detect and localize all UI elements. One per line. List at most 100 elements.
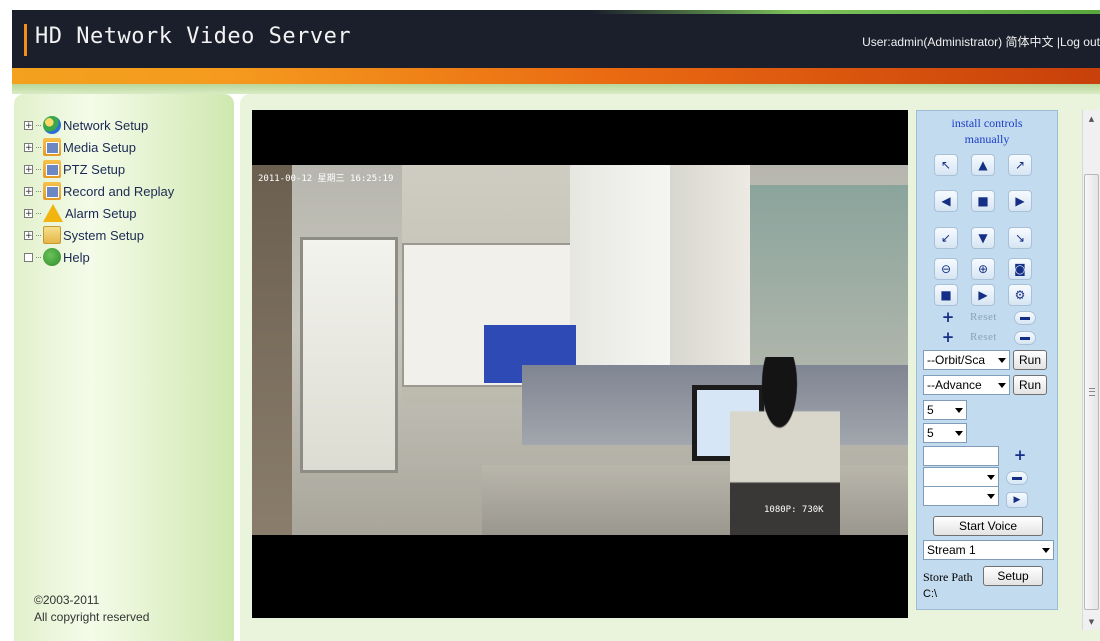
video-viewport[interactable]: 2011-00-12 星期三 16:25:19 1080P: 730K [252, 110, 908, 618]
sidebar-item-label: Record and Replay [63, 183, 175, 199]
expand-icon[interactable]: + [24, 142, 33, 152]
preset-select-2[interactable] [923, 486, 999, 506]
remove-preset-icon[interactable] [1006, 471, 1028, 485]
sidebar-item-media-setup[interactable]: + Media Setup [24, 136, 174, 158]
scroll-down-icon[interactable]: ▼ [1083, 613, 1100, 630]
plus-icon[interactable]: + [941, 308, 955, 326]
scroll-up-icon[interactable]: ▲ [1083, 110, 1100, 127]
pan-right-button[interactable]: ▶ [1008, 190, 1032, 212]
play-button[interactable]: ▶ [971, 284, 995, 306]
chevron-down-icon [987, 475, 995, 480]
header-accent-line [592, 10, 1100, 14]
orbit-scan-select[interactable]: --Orbit/Sca [923, 350, 1010, 370]
folder-icon [43, 138, 61, 156]
folder-icon [43, 182, 61, 200]
arrow-left-icon: ◀ [941, 194, 951, 208]
pan-up-button[interactable]: ▲ [971, 154, 995, 176]
start-voice-button[interactable]: Start Voice [933, 516, 1043, 536]
arrow-right-icon: ▶ [1015, 194, 1025, 208]
osd-resolution: 1080P: 730K [764, 505, 824, 515]
minus-icon[interactable] [1014, 311, 1036, 325]
nav-tree: + Network Setup + Media Setup + PTZ Setu… [24, 114, 174, 268]
chevron-down-icon [955, 408, 963, 413]
camera-icon: ◙ [1014, 262, 1026, 276]
system-icon [43, 226, 61, 244]
settings-button[interactable]: ⚙ [1008, 284, 1032, 306]
pan-down-right-button[interactable]: ↘ [1008, 227, 1032, 249]
speed-select-2[interactable]: 5 [923, 423, 967, 443]
expand-icon[interactable]: + [24, 230, 33, 240]
advance-select[interactable]: --Advance [923, 375, 1010, 395]
reset-label[interactable]: Reset [970, 331, 997, 343]
preset-input[interactable] [923, 446, 999, 466]
sidebar-item-system-setup[interactable]: + System Setup [24, 224, 174, 246]
user-bar: User:admin(Administrator) 简体中文 |Log out [862, 33, 1100, 50]
pan-down-button[interactable]: ▼ [971, 227, 995, 249]
sidebar-item-alarm-setup[interactable]: + Alarm Setup [24, 202, 174, 224]
copyright-years: ©2003-2011 [34, 593, 100, 607]
pan-up-left-button[interactable]: ↖ [934, 154, 958, 176]
chevron-down-icon [998, 358, 1006, 363]
add-preset-icon[interactable]: + [1013, 446, 1027, 464]
chevron-down-icon [955, 431, 963, 436]
minus-icon[interactable] [1014, 331, 1036, 345]
sidebar-item-label: Media Setup [63, 139, 136, 155]
chevron-down-icon [987, 494, 995, 499]
snapshot-button[interactable]: ◙ [1008, 258, 1032, 280]
speed-select-1[interactable]: 5 [923, 400, 967, 420]
zoom-in-icon: ⊕ [977, 262, 989, 276]
expand-icon [24, 252, 33, 262]
vertical-scrollbar[interactable]: ▲ ▼ [1082, 110, 1100, 630]
install-controls-link[interactable]: install controls manually [917, 115, 1057, 147]
pan-left-button[interactable]: ◀ [934, 190, 958, 212]
run-advance-button[interactable]: Run [1013, 375, 1047, 395]
plus-icon[interactable]: + [941, 328, 955, 346]
warning-icon [43, 204, 63, 222]
chevron-down-icon [998, 383, 1006, 388]
header-green-band [12, 84, 1100, 94]
sidebar-item-network-setup[interactable]: + Network Setup [24, 114, 174, 136]
header-orange-band [12, 68, 1100, 84]
osd-timestamp: 2011-00-12 星期三 16:25:19 [258, 174, 394, 184]
stop-button[interactable]: ■ [971, 190, 995, 212]
sidebar-item-label: Alarm Setup [65, 205, 137, 221]
sidebar-item-label: Help [63, 249, 90, 265]
zoom-out-button[interactable]: ⊖ [934, 258, 958, 280]
preset-select-1[interactable] [923, 467, 999, 487]
goto-preset-button[interactable]: ▶ [1006, 492, 1028, 508]
sidebar-item-label: System Setup [63, 227, 144, 243]
chevron-down-icon [1042, 548, 1050, 553]
expand-icon[interactable]: + [24, 208, 33, 218]
zoom-in-button[interactable]: ⊕ [971, 258, 995, 280]
expand-icon[interactable]: + [24, 164, 33, 174]
sidebar-item-help[interactable]: Help [24, 246, 174, 268]
stream-select[interactable]: Stream 1 [923, 540, 1054, 560]
scrollbar-thumb[interactable] [1084, 174, 1099, 610]
logout-link[interactable]: Log out [1060, 35, 1100, 49]
arrow-down-right-icon: ↘ [1014, 231, 1026, 245]
run-orbit-button[interactable]: Run [1013, 350, 1047, 370]
gear-icon: ⚙ [1014, 288, 1026, 302]
pan-up-right-button[interactable]: ↗ [1008, 154, 1032, 176]
sidebar-item-ptz-setup[interactable]: + PTZ Setup [24, 158, 174, 180]
record-button[interactable]: ■ [934, 284, 958, 306]
sidebar-item-record-and-replay[interactable]: + Record and Replay [24, 180, 174, 202]
folder-icon [43, 160, 61, 178]
camera-feed: 2011-00-12 星期三 16:25:19 1080P: 730K [252, 165, 908, 535]
app-title: HD Network Video Server [35, 24, 352, 49]
header: HD Network Video Server User:admin(Admin… [12, 10, 1100, 94]
pan-down-left-button[interactable]: ↙ [934, 227, 958, 249]
reset-label[interactable]: Reset [970, 311, 997, 323]
setup-button[interactable]: Setup [983, 566, 1043, 586]
desk [482, 465, 908, 535]
user-label: User:admin(Administrator) [862, 35, 1003, 49]
sidebar-item-label: PTZ Setup [63, 161, 126, 177]
language-link[interactable]: 简体中文 [1005, 35, 1053, 49]
arrow-up-left-icon: ↖ [940, 158, 952, 172]
expand-icon[interactable]: + [24, 120, 33, 130]
glass-door [300, 237, 398, 473]
grip-icon [1089, 388, 1095, 396]
zoom-out-icon: ⊖ [940, 262, 952, 276]
expand-icon[interactable]: + [24, 186, 33, 196]
globe-icon [43, 116, 61, 134]
